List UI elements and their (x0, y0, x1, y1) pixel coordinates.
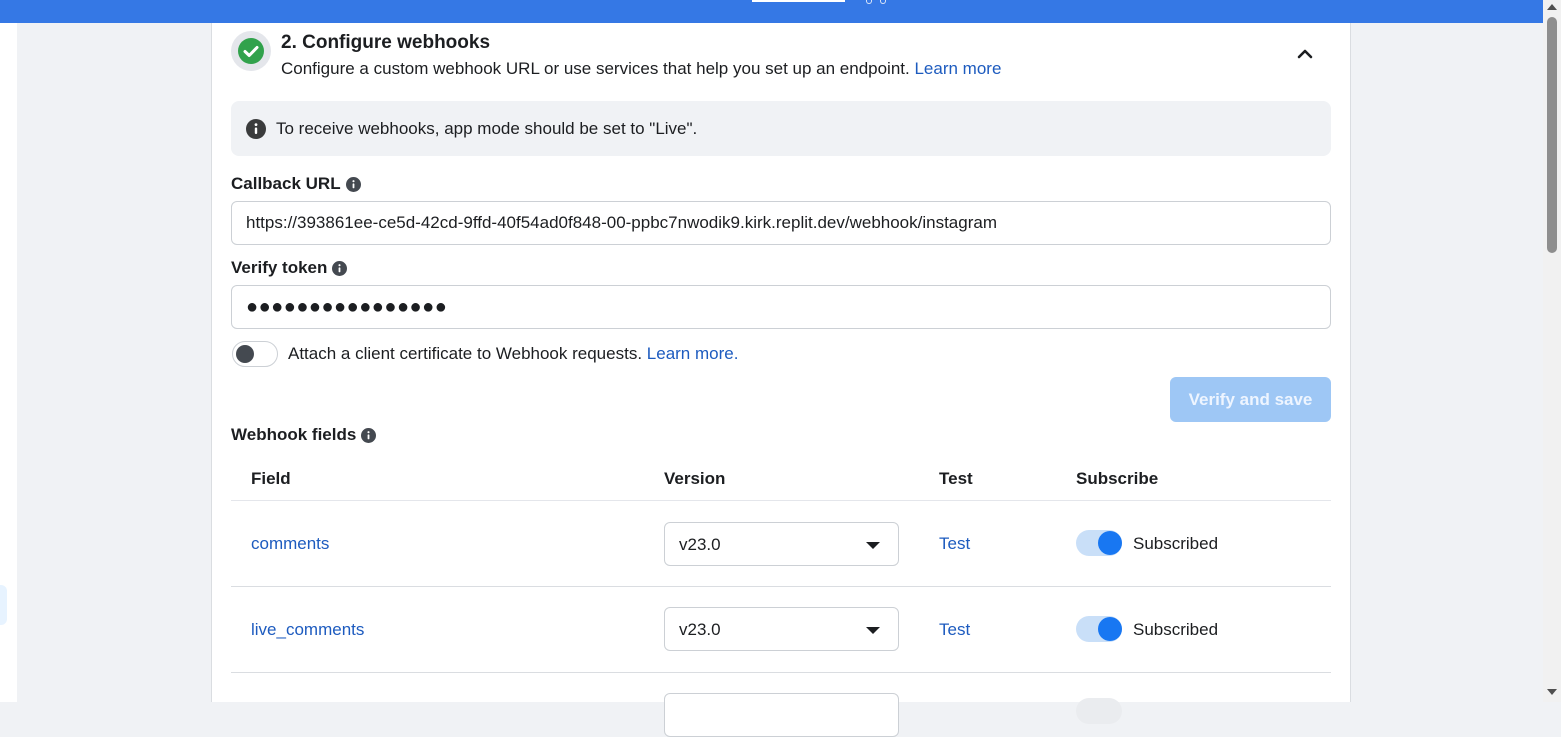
active-tab-indicator (752, 0, 845, 2)
version-value: v23.0 (679, 535, 721, 554)
subscription-status: Subscribed (1133, 534, 1219, 553)
verify-token-label-text: Verify token (231, 258, 328, 277)
row-divider (231, 672, 1331, 673)
toggle-knob (236, 345, 254, 363)
sidebar-active-item[interactable] (0, 585, 7, 625)
scroll-down-icon[interactable] (1547, 689, 1557, 695)
caret-down-icon (866, 542, 880, 549)
verify-and-save-button[interactable]: Verify and save (1170, 377, 1331, 422)
certificate-learn-more-link[interactable]: Learn more (647, 344, 734, 363)
client-certificate-text: Attach a client certificate to Webhook r… (288, 344, 738, 364)
row-divider (231, 586, 1331, 587)
version-select[interactable]: v23.0 (664, 522, 899, 566)
field-name-link[interactable]: comments (251, 534, 329, 554)
collapse-button[interactable] (1292, 41, 1318, 67)
step-title: 2. Configure webhooks (281, 32, 491, 53)
scrollbar-thumb[interactable] (1547, 17, 1557, 253)
column-header-subscribe: Subscribe (1076, 469, 1159, 488)
chevron-up-icon (1297, 49, 1313, 59)
test-link[interactable]: Test (939, 620, 970, 640)
check-icon (238, 38, 264, 64)
info-icon[interactable] (345, 176, 361, 192)
version-select[interactable] (664, 693, 899, 737)
toggle-knob (1098, 617, 1122, 641)
browser-top-bar (0, 0, 1543, 23)
subscribe-toggle[interactable] (1076, 530, 1122, 556)
version-select[interactable]: v23.0 (664, 607, 899, 651)
test-link[interactable]: Test (939, 534, 970, 554)
page-scrollbar[interactable] (1543, 0, 1561, 702)
subscription-status: Subscribed (1133, 620, 1219, 639)
client-certificate-toggle[interactable] (232, 341, 278, 367)
info-icon[interactable] (332, 260, 348, 276)
verify-token-label: Verify token (231, 258, 348, 278)
info-icon (246, 119, 266, 139)
left-sidebar (0, 23, 17, 702)
version-value: v23.0 (679, 620, 721, 639)
scroll-up-icon[interactable] (1547, 4, 1557, 10)
subscribe-toggle[interactable] (1076, 616, 1122, 642)
step-subtitle: Configure a custom webhook URL or use se… (281, 59, 1001, 79)
webhook-fields-label-text: Webhook fields (231, 425, 357, 444)
column-header-version: Version (664, 469, 726, 488)
toggle-knob (1098, 531, 1122, 555)
callback-url-input[interactable] (231, 201, 1331, 245)
table-header-divider (231, 500, 1331, 501)
live-mode-notice: To receive webhooks, app mode should be … (231, 101, 1331, 156)
caret-down-icon (866, 627, 880, 634)
client-certificate-label: Attach a client certificate to Webhook r… (288, 344, 643, 363)
callback-url-label-text: Callback URL (231, 174, 341, 193)
column-header-test: Test (939, 469, 973, 488)
certificate-link-period: . (733, 344, 739, 363)
learn-more-link[interactable]: Learn more (914, 59, 1001, 78)
webhook-fields-label: Webhook fields (231, 425, 377, 445)
column-header-field: Field (251, 469, 291, 488)
notice-text: To receive webhooks, app mode should be … (276, 119, 698, 138)
callback-url-label: Callback URL (231, 174, 361, 194)
grip-icon (866, 0, 890, 4)
info-icon[interactable] (361, 427, 377, 443)
verify-token-input[interactable] (231, 285, 1331, 329)
step-complete-badge (231, 31, 271, 71)
field-name-link[interactable]: live_comments (251, 620, 364, 640)
step-subtitle-text: Configure a custom webhook URL or use se… (281, 59, 910, 78)
